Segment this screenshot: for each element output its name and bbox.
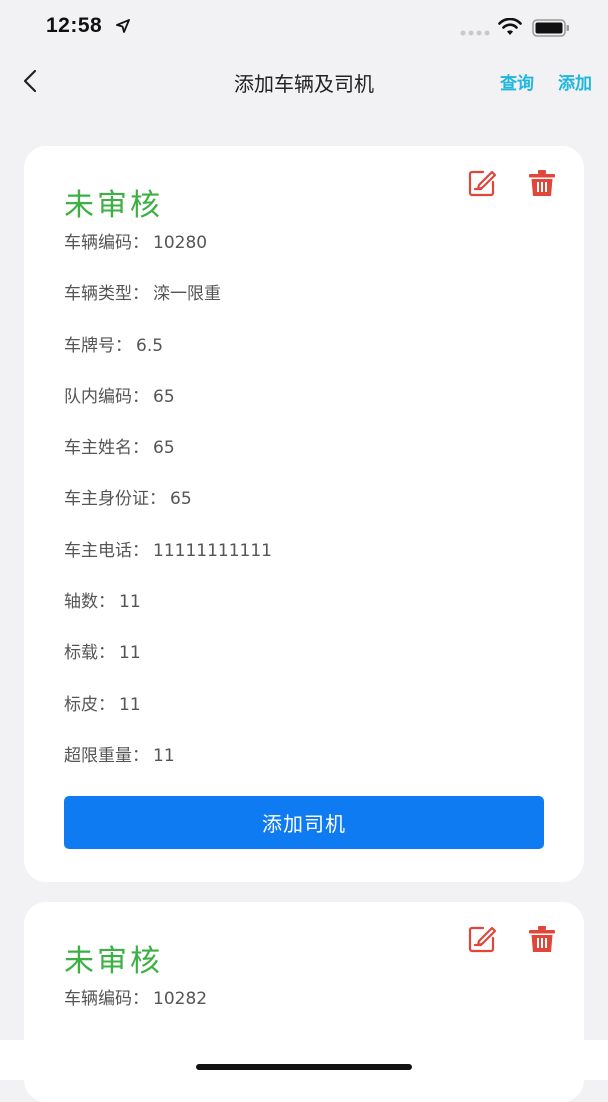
field-owner-name: 车主姓名： 65 [64,438,175,459]
query-button[interactable]: 查询 [500,69,534,94]
status-time: 12:58 [46,14,103,37]
add-button[interactable]: 添加 [558,69,592,94]
cellular-signal-icon [460,30,490,36]
field-vehicle-type: 车辆类型： 滦一限重 [64,284,221,305]
navigation-bar: 添加车辆及司机 查询 添加 [0,56,608,106]
wifi-icon [498,18,522,35]
vehicle-card: 未审核 车辆编码： 10280 车辆类型： 滦一限重 车牌号： 6.5 队内编码： 65… [24,146,584,882]
trash-icon[interactable] [527,168,557,198]
field-owner-id: 车主身份证： 65 [64,489,192,510]
bottom-safe-area [0,1040,608,1080]
field-vehicle-code: 车辆编码： 10282 [64,989,208,1009]
vehicle-fields: 车辆编码： 10280 车辆类型： 滦一限重 车牌号： 6.5 队内编码： 65 车主姓… [64,230,564,794]
battery-icon [532,19,569,37]
field-owner-phone: 车主电话： 11111111111 [64,540,272,561]
location-arrow-icon [116,19,130,33]
status-bar: 12:58 [0,0,608,56]
field-tare-weight: 标皮： 11 [64,694,141,715]
field-vehicle-code: 车辆编码： 10280 [64,233,208,253]
review-status: 未审核 [64,944,163,979]
field-axle-count: 轴数： 11 [64,592,141,613]
add-driver-button[interactable]: 添加司机 [64,796,544,849]
edit-icon[interactable] [467,168,497,198]
edit-icon[interactable] [467,924,497,954]
field-team-code: 队内编码： 65 [64,386,175,407]
field-rated-load: 标载： 11 [64,643,141,664]
field-overlimit-weight: 超限重量： 11 [64,745,175,766]
review-status: 未审核 [64,188,163,223]
trash-icon[interactable] [527,924,557,954]
home-indicator[interactable] [196,1064,412,1070]
field-plate-number: 车牌号： 6.5 [64,335,164,356]
vehicle-fields: 车辆编码： 10282 [64,986,564,1037]
